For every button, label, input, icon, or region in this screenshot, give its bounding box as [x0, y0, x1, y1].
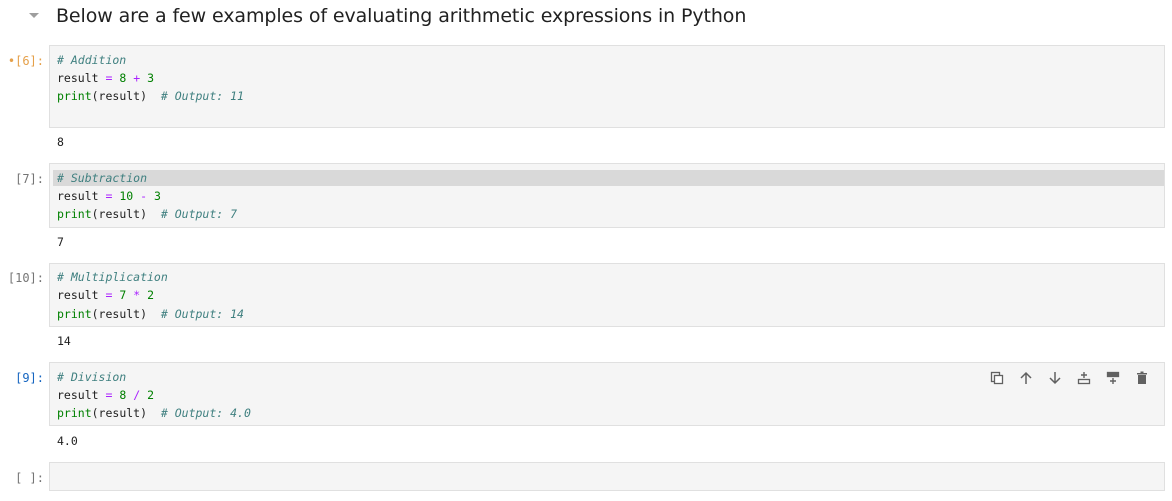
- code-token: # Multiplication: [57, 270, 168, 284]
- code-token: print: [57, 406, 92, 420]
- code-line: print(result) # Output: 14: [57, 305, 244, 323]
- code-token: result: [57, 388, 106, 402]
- cell-output: 8: [57, 135, 64, 149]
- code-token: (result): [91, 307, 161, 321]
- execution-prompt: [9]:: [15, 371, 44, 385]
- delete-icon[interactable]: [1132, 368, 1152, 388]
- execution-prompt: •[6]:: [7, 54, 44, 68]
- heading-text: Below are a few examples of evaluating a…: [56, 5, 747, 27]
- code-token: result: [57, 288, 106, 302]
- code-line: # Division: [57, 368, 126, 386]
- code-token: (result): [91, 89, 161, 103]
- code-editor[interactable]: [49, 462, 1165, 491]
- code-line: # Addition: [57, 51, 126, 69]
- code-line: result = 8 / 2: [57, 386, 154, 404]
- code-line: print(result) # Output: 7: [57, 205, 237, 223]
- code-token: # Output: 7: [160, 207, 238, 221]
- code-token: (result): [91, 406, 161, 420]
- code-editor[interactable]: # Addition result = 8 + 3 print(result) …: [49, 45, 1165, 128]
- active-line-highlight: [53, 170, 1164, 186]
- execution-prompt: [10]:: [7, 271, 44, 285]
- code-line: result = 7 * 2: [57, 286, 154, 304]
- markdown-heading: Below are a few examples of evaluating a…: [0, 0, 1172, 36]
- code-token: result: [57, 189, 106, 203]
- code-token: 3: [154, 189, 161, 203]
- execution-prompt: [7]:: [15, 172, 44, 186]
- code-token: 2: [147, 388, 155, 402]
- code-line: print(result) # Output: 11: [57, 87, 244, 105]
- code-token: # Division: [57, 370, 127, 384]
- cell-toolbar: [987, 367, 1152, 389]
- cell-output: 7: [57, 235, 64, 249]
- code-token: # Output: 14: [160, 307, 244, 321]
- collapse-caret-icon[interactable]: [29, 13, 39, 18]
- code-line: result = 8 + 3: [57, 69, 154, 87]
- cell-output: 14: [57, 334, 71, 348]
- code-token: 2: [147, 288, 155, 302]
- code-editor[interactable]: # Division result = 8 / 2 print(result) …: [49, 362, 1165, 426]
- code-token: 3: [147, 71, 155, 85]
- code-editor[interactable]: # Multiplication result = 7 * 2 print(re…: [49, 263, 1165, 327]
- code-token: # Addition: [57, 53, 127, 67]
- code-token: # Output: 4.0: [160, 406, 251, 420]
- insert-above-icon[interactable]: [1074, 368, 1094, 388]
- move-down-icon[interactable]: [1045, 368, 1065, 388]
- code-token: print: [57, 89, 92, 103]
- code-token: 10: [119, 189, 134, 203]
- code-token: # Subtraction: [57, 171, 148, 185]
- code-token: result: [57, 71, 106, 85]
- cell-output: 4.0: [57, 434, 78, 448]
- code-line: # Subtraction: [57, 169, 147, 187]
- duplicate-icon[interactable]: [987, 368, 1007, 388]
- code-token: print: [57, 307, 92, 321]
- code-editor[interactable]: # Subtraction result = 10 - 3 print(resu…: [49, 163, 1165, 228]
- code-token: # Output: 11: [160, 89, 244, 103]
- code-line: result = 10 - 3: [57, 187, 161, 205]
- insert-below-icon[interactable]: [1103, 368, 1123, 388]
- move-up-icon[interactable]: [1016, 368, 1036, 388]
- code-token: (result): [91, 207, 161, 221]
- code-token: print: [57, 207, 92, 221]
- execution-prompt: [ ]:: [15, 471, 44, 485]
- code-line: print(result) # Output: 4.0: [57, 404, 251, 422]
- code-line: # Multiplication: [57, 268, 168, 286]
